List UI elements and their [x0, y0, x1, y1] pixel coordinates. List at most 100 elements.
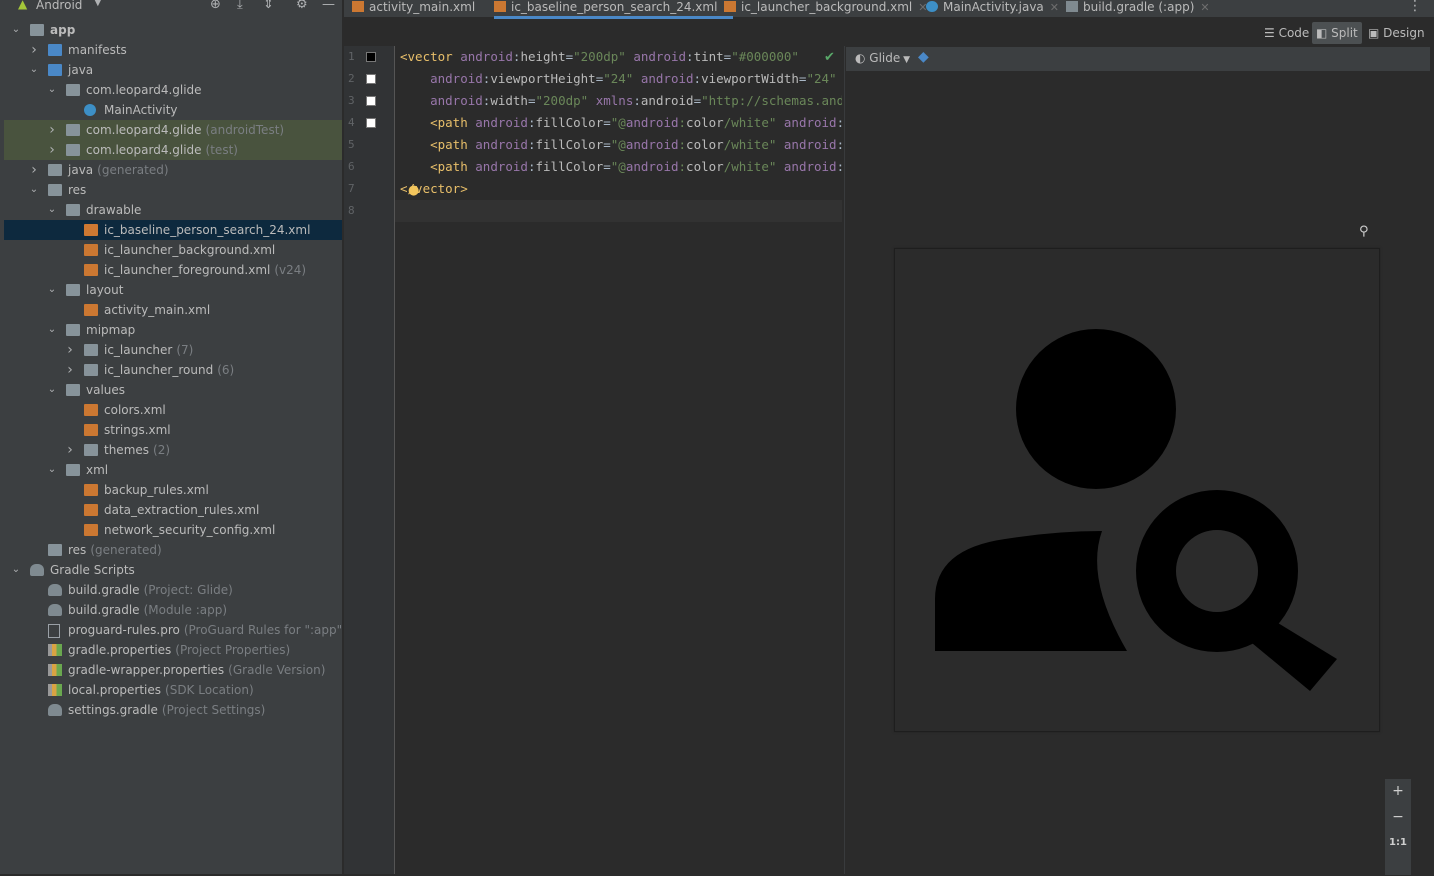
- code-line[interactable]: <path android:fillColor="@android:color/…: [400, 159, 842, 174]
- tree-item[interactable]: gradle-wrapper.properties (Gradle Version…: [4, 660, 342, 680]
- tree-item[interactable]: › ic_launcher (7): [4, 340, 342, 360]
- chevron-down-icon[interactable]: ⌄: [46, 200, 58, 220]
- tree-item-label: backup_rules.xml: [104, 480, 209, 500]
- code-line[interactable]: <path android:fillColor="@android:color/…: [400, 115, 842, 130]
- theme-selector[interactable]: ◐ Glide ▼: [855, 51, 910, 65]
- editor-tab[interactable]: build.gradle (:app) ✕: [1066, 0, 1210, 17]
- close-icon[interactable]: ✕: [1050, 1, 1059, 14]
- tree-item[interactable]: strings.xml: [4, 420, 342, 440]
- tree-item[interactable]: ⌄ app: [4, 20, 342, 40]
- tree-item[interactable]: backup_rules.xml: [4, 480, 342, 500]
- tree-item[interactable]: › com.leopard4.glide (test): [4, 140, 342, 160]
- editor-tab[interactable]: ic_launcher_background.xml ✕: [724, 0, 927, 17]
- chevron-down-icon[interactable]: ⌄: [46, 320, 58, 340]
- color-swatch[interactable]: [366, 74, 376, 84]
- tree-item[interactable]: ⌄ java: [4, 60, 342, 80]
- current-line-highlight: [395, 200, 842, 222]
- tree-item[interactable]: ⌄ values: [4, 380, 342, 400]
- tree-item[interactable]: ⌄ Gradle Scripts: [4, 560, 342, 580]
- chevron-right-icon[interactable]: ›: [46, 120, 58, 140]
- tree-item[interactable]: MainActivity: [4, 100, 342, 120]
- code-line[interactable]: android:width="200dp" xmlns:android="htt…: [400, 93, 842, 108]
- tree-item[interactable]: ⌄ mipmap: [4, 320, 342, 340]
- code-line[interactable]: <path android:fillColor="@android:color/…: [400, 137, 842, 152]
- tree-item[interactable]: ⌄ drawable: [4, 200, 342, 220]
- chevron-right-icon[interactable]: ›: [64, 440, 76, 460]
- tree-item[interactable]: › com.leopard4.glide (androidTest): [4, 120, 342, 140]
- tree-item[interactable]: › manifests: [4, 40, 342, 60]
- chevron-right-icon[interactable]: ›: [28, 160, 40, 180]
- tree-item[interactable]: res (generated): [4, 540, 342, 560]
- no-problems-check-icon[interactable]: ✔: [824, 50, 835, 65]
- color-swatch[interactable]: [366, 96, 376, 106]
- tree-item-suffix: (ProGuard Rules for ":app"): [183, 623, 347, 637]
- lightbulb-icon[interactable]: ●: [408, 183, 419, 198]
- layers-icon[interactable]: ◆: [918, 49, 929, 65]
- tree-item-label: manifests: [68, 40, 127, 60]
- editor-tab-label: build.gradle (:app): [1083, 0, 1195, 14]
- tree-item[interactable]: ic_launcher_foreground.xml (v24): [4, 260, 342, 280]
- editor-tab[interactable]: activity_main.xml: [352, 0, 475, 17]
- collapse-all-icon[interactable]: ⇕: [263, 0, 274, 12]
- chevron-down-icon[interactable]: ⌄: [46, 460, 58, 480]
- chevron-down-icon[interactable]: ⌄: [28, 180, 40, 200]
- tree-item[interactable]: ⌄ res: [4, 180, 342, 200]
- tree-item[interactable]: › java (generated): [4, 160, 342, 180]
- tree-item-name: local.properties: [68, 683, 162, 697]
- expand-all-icon[interactable]: ⤓: [237, 0, 243, 12]
- package-folder-icon: [66, 204, 80, 216]
- tree-item[interactable]: local.properties (SDK Location): [4, 680, 342, 700]
- line-number: 2: [348, 72, 355, 85]
- project-view-selector[interactable]: Android: [36, 0, 82, 12]
- tree-item-suffix: (Gradle Version): [228, 663, 326, 677]
- more-options-icon[interactable]: ⋮: [1408, 0, 1422, 14]
- editor-tab[interactable]: ic_baseline_person_search_24.xml✕: [494, 0, 733, 19]
- tree-item[interactable]: activity_main.xml: [4, 300, 342, 320]
- chevron-right-icon[interactable]: ›: [64, 360, 76, 380]
- chevron-down-icon[interactable]: ⌄: [46, 80, 58, 100]
- tree-item[interactable]: network_security_config.xml: [4, 520, 342, 540]
- chevron-down-icon[interactable]: ⌄: [10, 20, 22, 40]
- locate-icon[interactable]: ⊕: [210, 0, 221, 12]
- tree-item[interactable]: build.gradle (Project: Glide): [4, 580, 342, 600]
- tree-item[interactable]: data_extraction_rules.xml: [4, 500, 342, 520]
- code-line[interactable]: android:viewportHeight="24" android:view…: [400, 71, 842, 86]
- close-icon[interactable]: ✕: [1200, 1, 1209, 14]
- tree-item[interactable]: colors.xml: [4, 400, 342, 420]
- tree-item[interactable]: ic_baseline_person_search_24.xml: [4, 220, 342, 240]
- chevron-down-icon[interactable]: ⌄: [46, 280, 58, 300]
- chevron-right-icon[interactable]: ›: [46, 140, 58, 160]
- code-view-button[interactable]: ☰ Code: [1264, 22, 1309, 44]
- gear-icon[interactable]: ⚙: [296, 0, 308, 12]
- tree-item[interactable]: ic_launcher_background.xml: [4, 240, 342, 260]
- tree-item[interactable]: › ic_launcher_round (6): [4, 360, 342, 380]
- zoom-in-button[interactable]: +: [1385, 783, 1411, 799]
- tree-item-suffix: (Project Settings): [161, 703, 266, 717]
- tree-item[interactable]: ⌄ com.leopard4.glide: [4, 80, 342, 100]
- chevron-right-icon[interactable]: ›: [64, 340, 76, 360]
- split-view-button[interactable]: ◧ Split: [1312, 22, 1362, 44]
- color-swatch[interactable]: [366, 118, 376, 128]
- actual-size-button[interactable]: 1:1: [1385, 837, 1411, 848]
- tree-item[interactable]: settings.gradle (Project Settings): [4, 700, 342, 720]
- tree-item-suffix: (v24): [274, 263, 307, 277]
- tree-item[interactable]: build.gradle (Module :app): [4, 600, 342, 620]
- editor-tab[interactable]: MainActivity.java ✕: [926, 0, 1059, 17]
- design-view-button[interactable]: ▣ Design: [1368, 22, 1425, 44]
- chevron-down-icon[interactable]: ⌄: [28, 60, 40, 80]
- color-swatch[interactable]: [366, 52, 376, 62]
- chevron-down-icon[interactable]: ⌄: [46, 380, 58, 400]
- tree-item[interactable]: › themes (2): [4, 440, 342, 460]
- chevron-down-icon[interactable]: ▼: [94, 0, 102, 8]
- hide-panel-icon[interactable]: —: [322, 0, 335, 12]
- tree-item[interactable]: gradle.properties (Project Properties): [4, 640, 342, 660]
- pin-icon[interactable]: ⚲: [1359, 224, 1369, 239]
- tree-item[interactable]: ⌄ xml: [4, 460, 342, 480]
- chevron-right-icon[interactable]: ›: [28, 40, 40, 60]
- code-line[interactable]: </vector>: [400, 181, 842, 196]
- chevron-down-icon[interactable]: ⌄: [10, 560, 22, 580]
- zoom-out-button[interactable]: −: [1385, 809, 1411, 825]
- tree-item[interactable]: proguard-rules.pro (ProGuard Rules for ":…: [4, 620, 347, 640]
- code-line[interactable]: <vector android:height="200dp" android:t…: [400, 49, 842, 64]
- tree-item[interactable]: ⌄ layout: [4, 280, 342, 300]
